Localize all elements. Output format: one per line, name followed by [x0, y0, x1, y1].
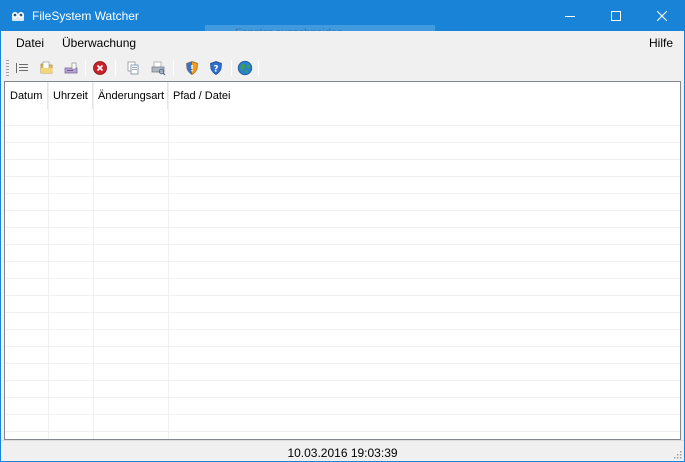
- toolbar-grip[interactable]: [6, 60, 9, 76]
- toolbar-separator: [258, 60, 259, 76]
- print-icon: [151, 61, 166, 76]
- column-header-datum[interactable]: Datum: [5, 82, 48, 109]
- toolbar: ?: [1, 55, 684, 81]
- close-button[interactable]: [639, 1, 685, 31]
- toolbar-shield-button[interactable]: [183, 59, 201, 77]
- column-header-uhrzeit[interactable]: Uhrzeit: [48, 82, 93, 109]
- toolbar-globe-button[interactable]: [236, 59, 254, 77]
- window-title: FileSystem Watcher: [32, 9, 139, 23]
- toolbar-separator: [85, 60, 86, 76]
- grid-line: [168, 82, 169, 439]
- toolbar-separator: [115, 60, 116, 76]
- list-header: Datum Uhrzeit Änderungsart Pfad / Datei: [5, 82, 680, 109]
- title-bar[interactable]: FileSystem Watcher Fenster ausschneiden: [1, 1, 685, 45]
- column-header-pfad-datei[interactable]: Pfad / Datei: [168, 82, 680, 109]
- status-datetime: 10.03.2016 19:03:39: [287, 446, 398, 460]
- app-icon: [10, 8, 26, 24]
- column-header-aenderungsart[interactable]: Änderungsart: [93, 82, 168, 109]
- toolbar-open-button[interactable]: [38, 59, 56, 77]
- menu-ueberwachung[interactable]: Überwachung: [62, 36, 136, 50]
- svg-text:?: ?: [213, 65, 218, 75]
- minimize-button[interactable]: [547, 1, 593, 31]
- toolbar-help-button[interactable]: ?: [207, 59, 225, 77]
- toolbar-list-button[interactable]: [13, 59, 31, 77]
- toolbar-stop-button[interactable]: [91, 59, 109, 77]
- help-icon: ?: [210, 61, 222, 75]
- globe-icon: [237, 60, 253, 76]
- toolbar-copy-button[interactable]: [124, 59, 142, 77]
- open-folder-icon: [40, 61, 53, 74]
- stop-icon: [93, 61, 107, 75]
- status-bar: 10.03.2016 19:03:39: [1, 440, 684, 461]
- grid-line: [93, 82, 94, 439]
- menu-datei[interactable]: Datei: [16, 36, 44, 50]
- file-events-list[interactable]: Datum Uhrzeit Änderungsart Pfad / Datei: [4, 81, 681, 440]
- shield-icon: [186, 61, 198, 75]
- menu-bar: Datei Überwachung Hilfe: [1, 31, 684, 55]
- copy-icon: [127, 61, 139, 75]
- app-window: FileSystem Watcher Fenster ausschneiden …: [0, 0, 685, 462]
- menu-hilfe[interactable]: Hilfe: [649, 36, 673, 50]
- list-rows: [5, 109, 680, 439]
- close-icon: [657, 11, 667, 21]
- toolbar-save-button[interactable]: [62, 59, 80, 77]
- maximize-icon: [611, 11, 621, 21]
- toolbar-separator: [231, 60, 232, 76]
- toolbar-separator: [173, 60, 174, 76]
- list-icon: [16, 63, 28, 73]
- toolbar-print-button[interactable]: [149, 59, 167, 77]
- save-icon: [64, 62, 78, 74]
- maximize-button[interactable]: [593, 1, 639, 31]
- resize-grip-icon[interactable]: [672, 449, 682, 459]
- minimize-icon: [565, 16, 575, 17]
- grid-line: [48, 82, 49, 439]
